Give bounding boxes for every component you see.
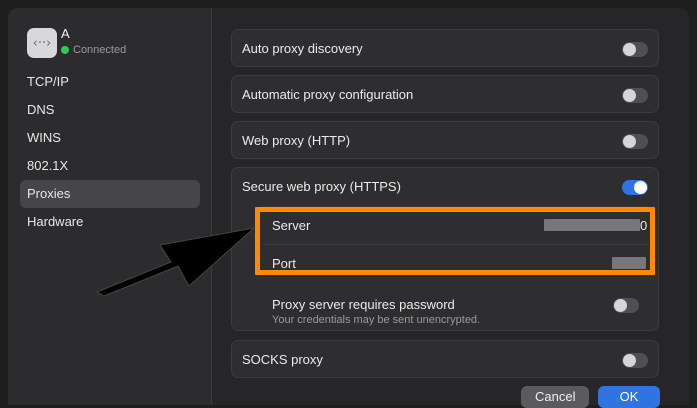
arrow-shape [95,227,256,297]
pointer-arrow-icon [95,227,256,297]
